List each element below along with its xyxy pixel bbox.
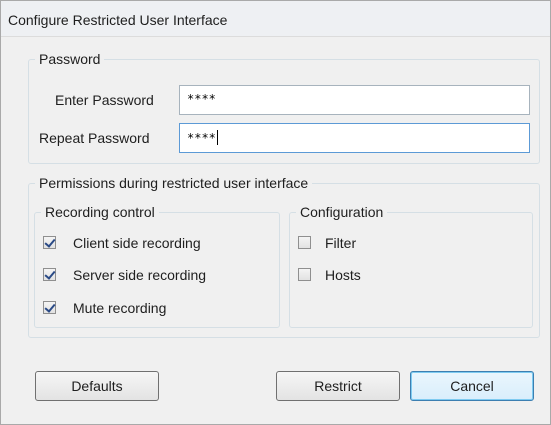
- repeat-password-value: ****: [187, 131, 216, 145]
- configuration-legend: Configuration: [300, 204, 384, 220]
- client-side-recording-checkbox[interactable]: [43, 236, 56, 249]
- repeat-password-field[interactable]: ****: [179, 123, 530, 153]
- mute-recording-checkbox[interactable]: [43, 301, 56, 314]
- cancel-button[interactable]: Cancel: [410, 371, 534, 401]
- recording-control-legend: Recording control: [45, 204, 155, 220]
- client-side-recording-label[interactable]: Client side recording: [73, 235, 201, 251]
- text-caret: [216, 130, 218, 145]
- hosts-label[interactable]: Hosts: [325, 267, 361, 283]
- password-group-legend: Password: [39, 51, 101, 67]
- permissions-group-legend: Permissions during restricted user inter…: [39, 175, 309, 191]
- restrict-button[interactable]: Restrict: [276, 371, 400, 401]
- enter-password-label: Enter Password: [55, 92, 154, 108]
- repeat-password-label: Repeat Password: [39, 130, 150, 146]
- server-side-recording-checkbox[interactable]: [43, 268, 56, 281]
- defaults-button[interactable]: Defaults: [35, 371, 159, 401]
- configure-restricted-ui-dialog: Configure Restricted User Interface Pass…: [0, 0, 551, 425]
- hosts-checkbox[interactable]: [298, 268, 311, 281]
- configuration-group: Configuration: [289, 204, 533, 328]
- title-bar[interactable]: Configure Restricted User Interface: [1, 1, 550, 37]
- mute-recording-label[interactable]: Mute recording: [73, 300, 166, 316]
- window-title: Configure Restricted User Interface: [8, 12, 228, 28]
- filter-label[interactable]: Filter: [325, 235, 356, 251]
- filter-checkbox[interactable]: [298, 236, 311, 249]
- enter-password-field[interactable]: ****: [179, 85, 530, 115]
- enter-password-value: ****: [187, 92, 216, 106]
- server-side-recording-label[interactable]: Server side recording: [73, 267, 206, 283]
